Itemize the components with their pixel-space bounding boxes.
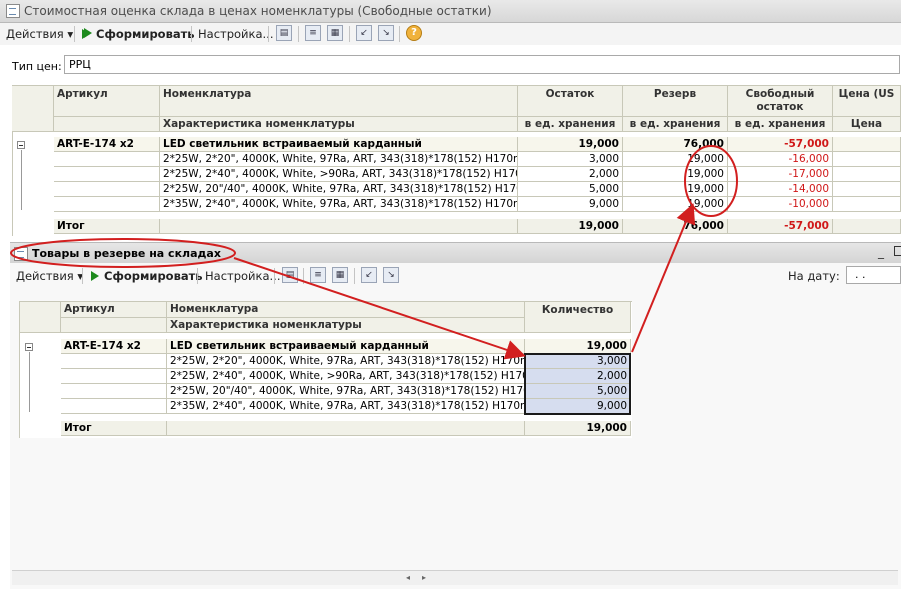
- arrow-to-group-quantity: [233, 257, 526, 360]
- arrow-to-reserve: [631, 203, 696, 353]
- reserve-values-highlight: [684, 145, 738, 217]
- subwindow-title-highlight: [10, 238, 236, 268]
- annotation-overlay: [10, 145, 738, 360]
